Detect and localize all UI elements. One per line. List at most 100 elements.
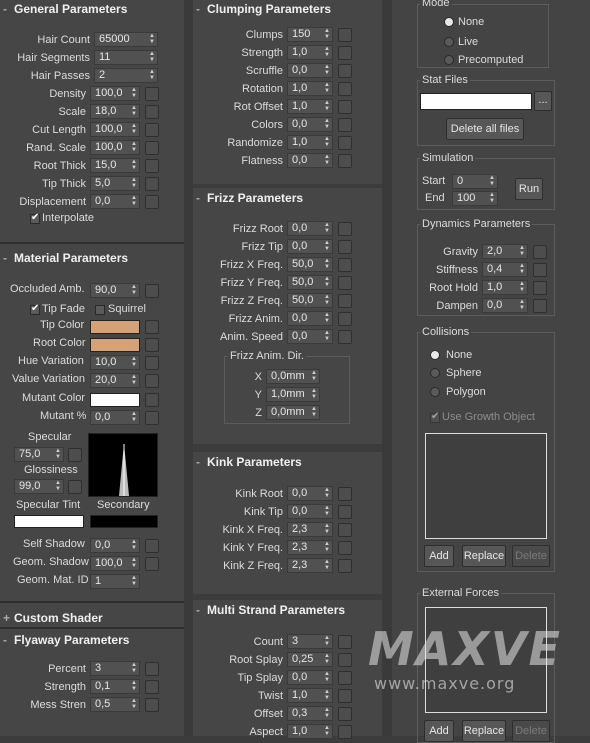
map-button[interactable] <box>145 123 159 137</box>
start-spinner[interactable]: 0 ▲ ▼ <box>452 174 498 189</box>
param-spinner[interactable]: 0,0 ▲ ▼ <box>287 63 333 78</box>
map-button[interactable] <box>145 87 159 101</box>
param-spinner[interactable]: 3 ▲ ▼ <box>90 661 140 676</box>
param-spinner[interactable]: 11 ▲ ▼ <box>94 50 158 65</box>
param-spinner[interactable]: 1,0 ▲ ▼ <box>482 280 528 295</box>
force-replace-button[interactable]: Replace <box>462 720 506 742</box>
mode-live-radio[interactable] <box>444 37 454 47</box>
param-spinner[interactable]: 0,0 ▲ ▼ <box>482 298 528 313</box>
map-button[interactable] <box>145 141 159 155</box>
spinner-arrows-icon[interactable]: ▲ ▼ <box>311 370 317 382</box>
spinner-arrows-icon[interactable]: ▲ ▼ <box>324 154 330 166</box>
rollout-material-parameters[interactable]: - Material Parameters <box>0 249 184 267</box>
geom-mat-id-spinner[interactable]: 1 ▲ ▼ <box>90 574 140 589</box>
param-spinner[interactable]: 2,3 ▲ ▼ <box>287 558 333 573</box>
spinner-arrows-icon[interactable]: ▲ ▼ <box>324 671 330 683</box>
mutant-pct-map-button[interactable] <box>145 411 159 425</box>
map-button[interactable] <box>533 281 547 295</box>
map-button[interactable] <box>145 105 159 119</box>
param-spinner[interactable]: 0,0 ▲ ▼ <box>287 221 333 236</box>
spinner-arrows-icon[interactable]: ▲ ▼ <box>324 541 330 553</box>
spinner-arrows-icon[interactable]: ▲ ▼ <box>131 123 137 135</box>
spinner-arrows-icon[interactable]: ▲ ▼ <box>131 87 137 99</box>
param-spinner[interactable]: 0,5 ▲ ▼ <box>90 697 140 712</box>
map-button[interactable] <box>338 64 352 78</box>
mutant-color-map-button[interactable] <box>145 393 159 407</box>
map-button[interactable] <box>338 28 352 42</box>
glossiness-map-button[interactable] <box>68 480 82 494</box>
param-spinner[interactable]: 150 ▲ ▼ <box>287 27 333 42</box>
spinner-arrows-icon[interactable]: ▲ ▼ <box>324 222 330 234</box>
param-spinner[interactable]: 18,0 ▲ ▼ <box>90 104 140 119</box>
param-spinner[interactable]: 50,0 ▲ ▼ <box>287 275 333 290</box>
hue-variation-spinner[interactable]: 10,0 ▲ ▼ <box>90 355 140 370</box>
spinner-arrows-icon[interactable]: ▲ ▼ <box>131 177 137 189</box>
value-map-button[interactable] <box>145 374 159 388</box>
stat-files-input[interactable] <box>420 93 532 110</box>
spinner-arrows-icon[interactable]: ▲ ▼ <box>519 263 525 275</box>
param-spinner[interactable]: 1,0 ▲ ▼ <box>287 99 333 114</box>
tip-fade-checkbox[interactable] <box>30 303 40 315</box>
root-color-swatch[interactable] <box>90 338 140 352</box>
map-button[interactable] <box>338 330 352 344</box>
param-spinner[interactable]: 1,0mm ▲ ▼ <box>266 387 320 402</box>
spinner-arrows-icon[interactable]: ▲ ▼ <box>131 539 137 551</box>
param-spinner[interactable]: 15,0 ▲ ▼ <box>90 158 140 173</box>
spinner-arrows-icon[interactable]: ▲ ▼ <box>324 118 330 130</box>
param-spinner[interactable]: 1,0 ▲ ▼ <box>287 688 333 703</box>
spinner-arrows-icon[interactable]: ▲ ▼ <box>149 51 155 63</box>
geom-shadow-map-button[interactable] <box>145 557 159 571</box>
secondary-swatch[interactable] <box>90 515 158 528</box>
param-spinner[interactable]: 100,0 ▲ ▼ <box>90 140 140 155</box>
param-spinner[interactable]: 0,25 ▲ ▼ <box>287 652 333 667</box>
param-spinner[interactable]: 2 ▲ ▼ <box>94 68 158 83</box>
force-delete-button[interactable]: Delete <box>512 720 550 742</box>
map-button[interactable] <box>338 707 352 721</box>
spinner-arrows-icon[interactable]: ▲ ▼ <box>324 505 330 517</box>
collision-replace-button[interactable]: Replace <box>462 545 506 567</box>
spinner-arrows-icon[interactable]: ▲ ▼ <box>131 195 137 207</box>
map-button[interactable] <box>338 312 352 326</box>
spinner-arrows-icon[interactable]: ▲ ▼ <box>311 388 317 400</box>
spinner-arrows-icon[interactable]: ▲ ▼ <box>131 105 137 117</box>
map-button[interactable] <box>338 222 352 236</box>
map-button[interactable] <box>338 523 352 537</box>
param-spinner[interactable]: 0,0 ▲ ▼ <box>287 311 333 326</box>
spinner-arrows-icon[interactable]: ▲ ▼ <box>324 689 330 701</box>
map-button[interactable] <box>338 635 352 649</box>
spinner-arrows-icon[interactable]: ▲ ▼ <box>324 559 330 571</box>
hue-map-button[interactable] <box>145 356 159 370</box>
map-button[interactable] <box>338 653 352 667</box>
param-spinner[interactable]: 1,0 ▲ ▼ <box>287 81 333 96</box>
map-button[interactable] <box>338 276 352 290</box>
spinner-arrows-icon[interactable]: ▲ ▼ <box>131 374 137 386</box>
param-spinner[interactable]: 0,3 ▲ ▼ <box>287 706 333 721</box>
param-spinner[interactable]: 100,0 ▲ ▼ <box>90 122 140 137</box>
param-spinner[interactable]: 2,3 ▲ ▼ <box>287 540 333 555</box>
spinner-arrows-icon[interactable]: ▲ ▼ <box>489 192 495 204</box>
mutant-color-swatch[interactable] <box>90 393 140 407</box>
collision-polygon-radio[interactable] <box>430 387 440 397</box>
rollout-custom-shader[interactable]: + Custom Shader <box>0 609 184 627</box>
param-spinner[interactable]: 0,1 ▲ ▼ <box>90 679 140 694</box>
mutant-pct-spinner[interactable]: 0,0 ▲ ▼ <box>90 410 140 425</box>
spinner-arrows-icon[interactable]: ▲ ▼ <box>324 100 330 112</box>
param-spinner[interactable]: 50,0 ▲ ▼ <box>287 293 333 308</box>
spinner-arrows-icon[interactable]: ▲ ▼ <box>149 69 155 81</box>
rollout-clumping-parameters[interactable]: - Clumping Parameters <box>193 0 382 18</box>
rollout-flyaway-parameters[interactable]: - Flyaway Parameters <box>0 631 184 649</box>
spinner-arrows-icon[interactable]: ▲ ▼ <box>131 159 137 171</box>
map-button[interactable] <box>338 118 352 132</box>
map-button[interactable] <box>145 698 159 712</box>
spinner-arrows-icon[interactable]: ▲ ▼ <box>519 299 525 311</box>
force-add-button[interactable]: Add <box>424 720 454 742</box>
spinner-arrows-icon[interactable]: ▲ ▼ <box>324 240 330 252</box>
spinner-arrows-icon[interactable]: ▲ ▼ <box>311 406 317 418</box>
spinner-arrows-icon[interactable]: ▲ ▼ <box>324 82 330 94</box>
specular-tint-swatch[interactable] <box>14 515 84 528</box>
run-button[interactable]: Run <box>515 178 543 200</box>
spinner-arrows-icon[interactable]: ▲ ▼ <box>324 312 330 324</box>
map-button[interactable] <box>338 240 352 254</box>
spinner-arrows-icon[interactable]: ▲ ▼ <box>519 281 525 293</box>
map-button[interactable] <box>338 541 352 555</box>
